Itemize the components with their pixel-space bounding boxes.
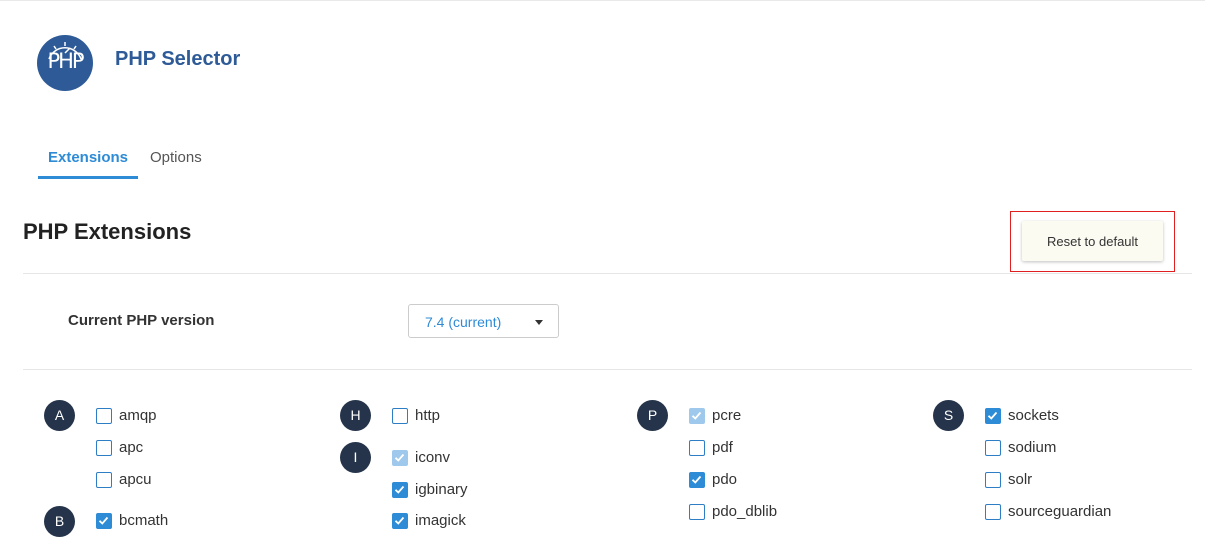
extension-label: pdo [712, 471, 738, 488]
extension-label: pdo_dblib [712, 503, 778, 520]
php-logo: PHP [37, 35, 93, 91]
extension-checkbox[interactable] [689, 504, 705, 520]
extension-checkbox[interactable] [985, 504, 1001, 520]
extension-label: pcre [712, 407, 742, 424]
extension-label: http [415, 407, 441, 424]
top-border [0, 0, 1205, 1]
extension-label: pdf [712, 439, 733, 456]
letter-badge-p: P [637, 400, 668, 431]
extension-label: igbinary [415, 481, 468, 498]
extension-label: bcmath [119, 512, 169, 529]
extension-checkbox-checked[interactable] [392, 513, 408, 529]
extension-checkbox-checked [392, 450, 408, 466]
extension-checkbox-checked[interactable] [392, 482, 408, 498]
extension-checkbox-checked[interactable] [96, 513, 112, 529]
extension-label: amqp [119, 407, 157, 424]
reset-to-default-button[interactable]: Reset to default [1022, 221, 1163, 261]
extension-label: sockets [1008, 407, 1059, 424]
section-title: PHP Extensions [23, 219, 192, 244]
version-label: Current PHP version [68, 312, 215, 329]
tab-extensions[interactable]: Extensions [38, 149, 138, 166]
caret-down-icon [535, 320, 543, 325]
extension-label: solr [1008, 471, 1033, 488]
app-title: PHP Selector [115, 48, 241, 70]
extension-checkbox[interactable] [392, 408, 408, 424]
extension-checkbox[interactable] [96, 440, 112, 456]
extension-checkbox[interactable] [96, 472, 112, 488]
extension-label: sodium [1008, 439, 1057, 456]
divider [23, 273, 1192, 274]
extension-checkbox-checked [689, 408, 705, 424]
php-version-select[interactable]: 7.4 (current) [408, 304, 559, 338]
letter-badge-h: H [340, 400, 371, 431]
check-icon [98, 516, 109, 525]
extension-checkbox-checked[interactable] [689, 472, 705, 488]
extension-label: apcu [119, 471, 152, 488]
letter-badge-a: A [44, 400, 75, 431]
active-tab-indicator [38, 176, 138, 179]
extension-checkbox[interactable] [985, 440, 1001, 456]
check-icon [394, 485, 405, 494]
extension-checkbox[interactable] [96, 408, 112, 424]
tab-options[interactable]: Options [150, 149, 202, 166]
extension-label: imagick [415, 512, 466, 529]
check-icon [394, 453, 405, 462]
extension-checkbox[interactable] [689, 440, 705, 456]
letter-badge-i: I [340, 442, 371, 473]
check-icon [394, 516, 405, 525]
version-value: 7.4 (current) [425, 314, 502, 330]
check-icon [691, 411, 702, 420]
letter-badge-b: B [44, 506, 75, 537]
extension-label: sourceguardian [1008, 503, 1112, 520]
extension-checkbox[interactable] [985, 472, 1001, 488]
check-icon [987, 411, 998, 420]
letter-badge-s: S [933, 400, 964, 431]
divider [23, 369, 1192, 370]
check-icon [691, 475, 702, 484]
extension-label: iconv [415, 449, 451, 466]
extension-label: apc [119, 439, 144, 456]
logo-text: PHP [47, 49, 84, 73]
extension-checkbox-checked[interactable] [985, 408, 1001, 424]
